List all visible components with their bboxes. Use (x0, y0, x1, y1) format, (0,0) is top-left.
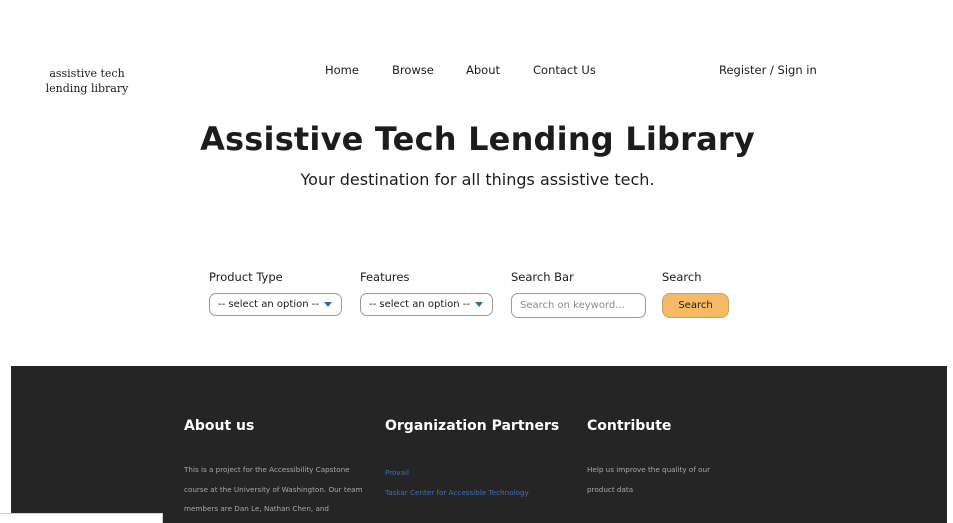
features-label: Features (360, 270, 410, 284)
search-bar-label: Search Bar (511, 270, 574, 284)
footer-contribute-text: Help us improve the quality of our produ… (587, 465, 711, 494)
page-subtitle: Your destination for all things assistiv… (300, 170, 655, 189)
footer-about-text: This is a project for the Accessibility … (184, 465, 363, 513)
partner-link-taskar-center[interactable]: Taskar Center for Accessible Technology (385, 488, 529, 497)
list-item: Taskar Center for Accessible Technology (385, 480, 575, 500)
nav-home-link[interactable]: Home (325, 63, 359, 77)
features-select[interactable]: -- select an option -- (360, 293, 493, 316)
dropdown-arrow-icon (324, 302, 332, 307)
search-button-label: Search (662, 270, 702, 284)
search-input[interactable] (511, 293, 646, 318)
logo-line-1: assistive tech (49, 67, 125, 80)
status-bar-strip (0, 513, 163, 523)
partner-links-list: Provail Taskar Center for Accessible Tec… (385, 460, 575, 499)
page-title: Assistive Tech Lending Library (200, 120, 755, 158)
features-selected-value: -- select an option -- (369, 299, 470, 310)
logo-line-2: lending library (45, 82, 129, 95)
nav-about-link[interactable]: About (466, 63, 500, 77)
site-logo[interactable]: assistive tech lending library (44, 66, 130, 96)
product-type-label: Product Type (209, 270, 283, 284)
site-footer: About us This is a project for the Acces… (11, 366, 947, 523)
dropdown-arrow-icon (475, 302, 483, 307)
register-sign-in-link[interactable]: Register / Sign in (719, 63, 817, 77)
product-type-select[interactable]: -- select an option -- (209, 293, 342, 316)
footer-partners-heading: Organization Partners (385, 418, 560, 434)
footer-contribute-heading: Contribute (587, 418, 672, 434)
product-type-selected-value: -- select an option -- (218, 299, 319, 310)
footer-about-heading: About us (184, 418, 255, 434)
partner-link-provail[interactable]: Provail (385, 468, 409, 477)
list-item: Provail (385, 460, 575, 480)
nav-browse-link[interactable]: Browse (392, 63, 434, 77)
search-button[interactable]: Search (662, 293, 729, 318)
nav-contact-link[interactable]: Contact Us (533, 63, 596, 77)
page: assistive tech lending library Home Brow… (0, 0, 953, 523)
